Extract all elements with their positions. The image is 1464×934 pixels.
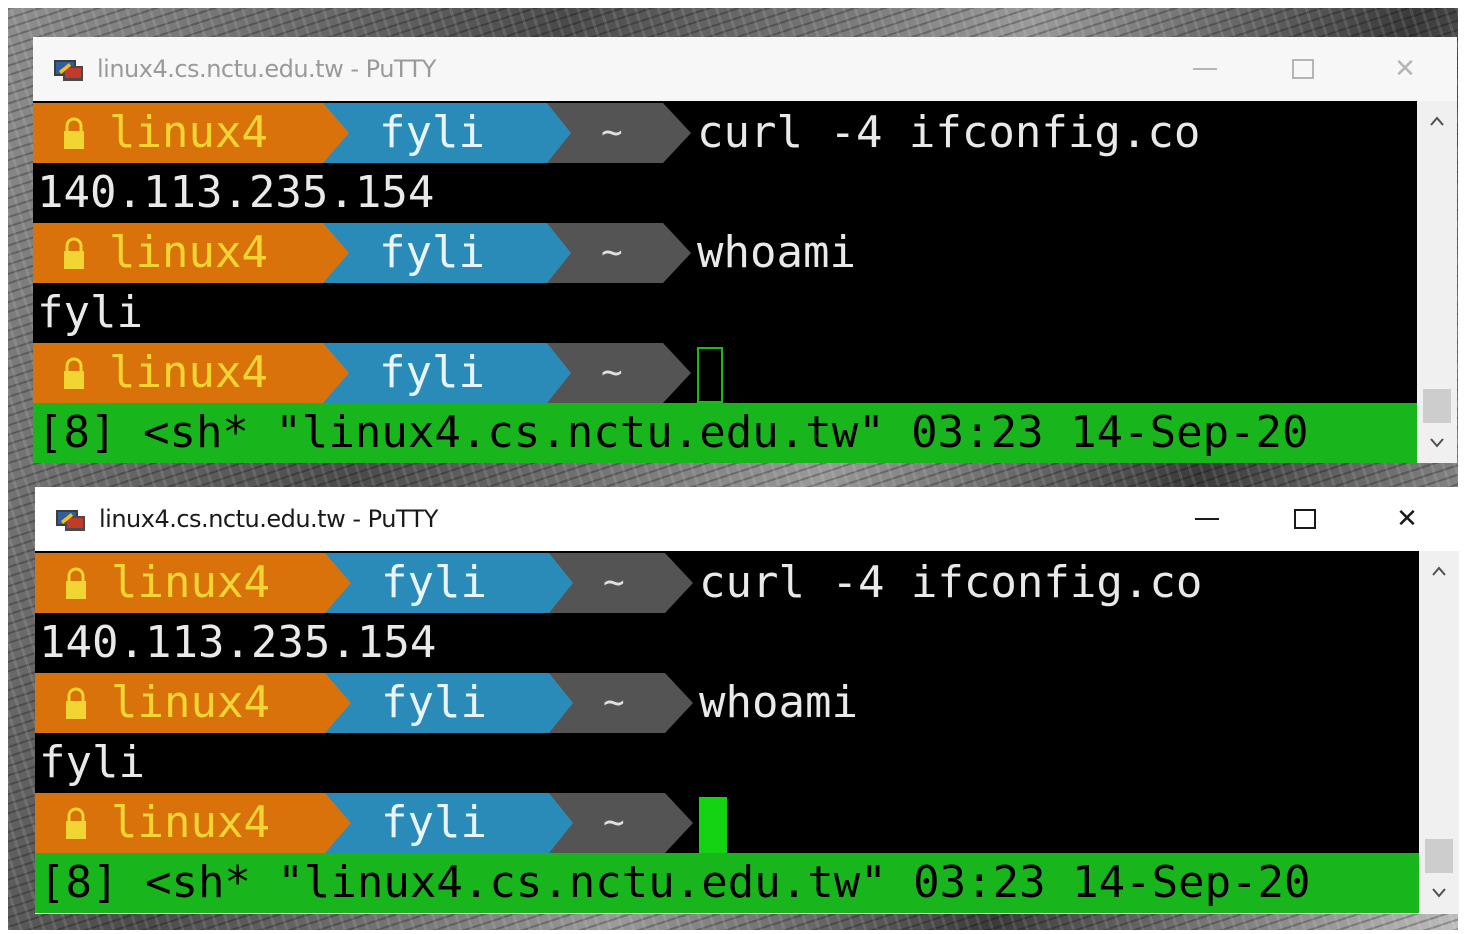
chevron-up-icon	[1432, 566, 1446, 576]
prompt-host-segment: linux4	[33, 343, 323, 403]
prompt-host: linux4	[111, 557, 270, 608]
scroll-up-button[interactable]	[1419, 551, 1459, 591]
prompt-user-segment: fyli	[323, 343, 547, 403]
lock-icon	[64, 357, 84, 389]
scrollbar-thumb[interactable]	[1423, 389, 1451, 423]
close-button[interactable]: ✕	[1377, 497, 1437, 541]
prompt-host-segment: linux4	[35, 673, 325, 733]
prompt-line: linux4 fyli ~	[33, 343, 723, 403]
output-line: 140.113.235.154	[33, 163, 434, 223]
prompt-host-segment: linux4	[35, 793, 325, 853]
powerline-separator	[665, 673, 693, 733]
powerline-separator	[663, 103, 691, 163]
window-title: linux4.cs.nctu.edu.tw - PuTTY	[97, 55, 436, 83]
output-line: 140.113.235.154	[35, 613, 436, 673]
prompt-line: linux4 fyli ~	[35, 793, 727, 853]
putty-window-top[interactable]: linux4.cs.nctu.edu.tw - PuTTY ✕ linux4 f…	[33, 37, 1457, 463]
vertical-scrollbar[interactable]	[1417, 101, 1457, 463]
minimize-icon	[1195, 518, 1219, 520]
maximize-icon	[1292, 59, 1314, 79]
prompt-dir: ~	[603, 562, 625, 603]
prompt-dir: ~	[601, 352, 623, 393]
title-bar[interactable]: linux4.cs.nctu.edu.tw - PuTTY ✕	[33, 37, 1457, 101]
putty-window-bottom[interactable]: linux4.cs.nctu.edu.tw - PuTTY ✕ linux4 f…	[35, 487, 1459, 914]
prompt-user-segment: fyli	[325, 673, 549, 733]
maximize-button[interactable]	[1275, 497, 1335, 541]
output-text: fyli	[39, 737, 145, 788]
prompt-user: fyli	[381, 677, 487, 728]
scroll-down-button[interactable]	[1419, 873, 1459, 913]
vertical-scrollbar[interactable]	[1419, 551, 1459, 913]
terminal[interactable]: linux4 fyli ~ curl -4 ifconfig.co 140.11…	[35, 551, 1419, 913]
lock-icon	[66, 567, 86, 599]
prompt-host: linux4	[111, 677, 270, 728]
command-text: whoami	[699, 677, 858, 728]
lock-icon	[66, 687, 86, 719]
prompt-user-segment: fyli	[323, 223, 547, 283]
command-text: curl -4 ifconfig.co	[697, 107, 1201, 158]
prompt-user-segment: fyli	[325, 553, 549, 613]
command-text: whoami	[697, 227, 856, 278]
powerline-separator	[663, 223, 691, 283]
scroll-up-button[interactable]	[1417, 101, 1457, 141]
prompt-host: linux4	[109, 227, 268, 278]
terminal-cursor	[697, 347, 723, 403]
prompt-host: linux4	[109, 347, 268, 398]
prompt-host: linux4	[109, 107, 268, 158]
prompt-dir: ~	[603, 682, 625, 723]
terminal[interactable]: linux4 fyli ~ curl -4 ifconfig.co 140.11…	[33, 101, 1417, 463]
prompt-user: fyli	[381, 797, 487, 848]
minimize-button[interactable]	[1175, 47, 1235, 91]
lock-icon	[66, 807, 86, 839]
prompt-line: linux4 fyli ~ curl -4 ifconfig.co	[35, 553, 1202, 613]
output-line: fyli	[33, 283, 192, 343]
chevron-down-icon	[1432, 888, 1446, 898]
putty-icon	[54, 60, 83, 81]
prompt-user: fyli	[379, 227, 485, 278]
chevron-up-icon	[1430, 116, 1444, 126]
powerline-separator	[663, 343, 691, 403]
output-line: fyli	[35, 733, 194, 793]
close-button[interactable]: ✕	[1375, 47, 1435, 91]
prompt-user-segment: fyli	[325, 793, 549, 853]
command-text: curl -4 ifconfig.co	[699, 557, 1203, 608]
prompt-host-segment: linux4	[33, 223, 323, 283]
scrollbar-thumb[interactable]	[1425, 839, 1453, 873]
prompt-dir: ~	[601, 232, 623, 273]
close-icon: ✕	[1394, 54, 1416, 84]
tmux-status-bar: [8] <sh* "linux4.cs.nctu.edu.tw" 03:23 1…	[35, 853, 1419, 913]
terminal-cursor	[699, 797, 727, 853]
lock-icon	[64, 117, 84, 149]
prompt-host-segment: linux4	[35, 553, 325, 613]
prompt-line: linux4 fyli ~ whoami	[35, 673, 858, 733]
chevron-down-icon	[1430, 438, 1444, 448]
prompt-user: fyli	[379, 107, 485, 158]
minimize-button[interactable]	[1177, 497, 1237, 541]
prompt-dir: ~	[603, 802, 625, 843]
window-title: linux4.cs.nctu.edu.tw - PuTTY	[99, 505, 438, 533]
scroll-down-button[interactable]	[1417, 423, 1457, 463]
prompt-user: fyli	[379, 347, 485, 398]
putty-icon	[56, 510, 85, 531]
powerline-separator	[665, 553, 693, 613]
prompt-user-segment: fyli	[323, 103, 547, 163]
prompt-user: fyli	[381, 557, 487, 608]
prompt-host: linux4	[111, 797, 270, 848]
minimize-icon	[1193, 68, 1217, 70]
powerline-separator	[665, 793, 693, 853]
output-text: 140.113.235.154	[39, 617, 437, 668]
tmux-status-bar: [8] <sh* "linux4.cs.nctu.edu.tw" 03:23 1…	[33, 403, 1417, 463]
prompt-dir: ~	[601, 112, 623, 153]
maximize-button[interactable]	[1273, 47, 1333, 91]
title-bar[interactable]: linux4.cs.nctu.edu.tw - PuTTY ✕	[35, 487, 1459, 551]
lock-icon	[64, 237, 84, 269]
prompt-line: linux4 fyli ~ whoami	[33, 223, 856, 283]
maximize-icon	[1294, 509, 1316, 529]
prompt-host-segment: linux4	[33, 103, 323, 163]
close-icon: ✕	[1396, 504, 1418, 534]
prompt-line: linux4 fyli ~ curl -4 ifconfig.co	[33, 103, 1200, 163]
output-text: fyli	[37, 287, 143, 338]
output-text: 140.113.235.154	[37, 167, 435, 218]
